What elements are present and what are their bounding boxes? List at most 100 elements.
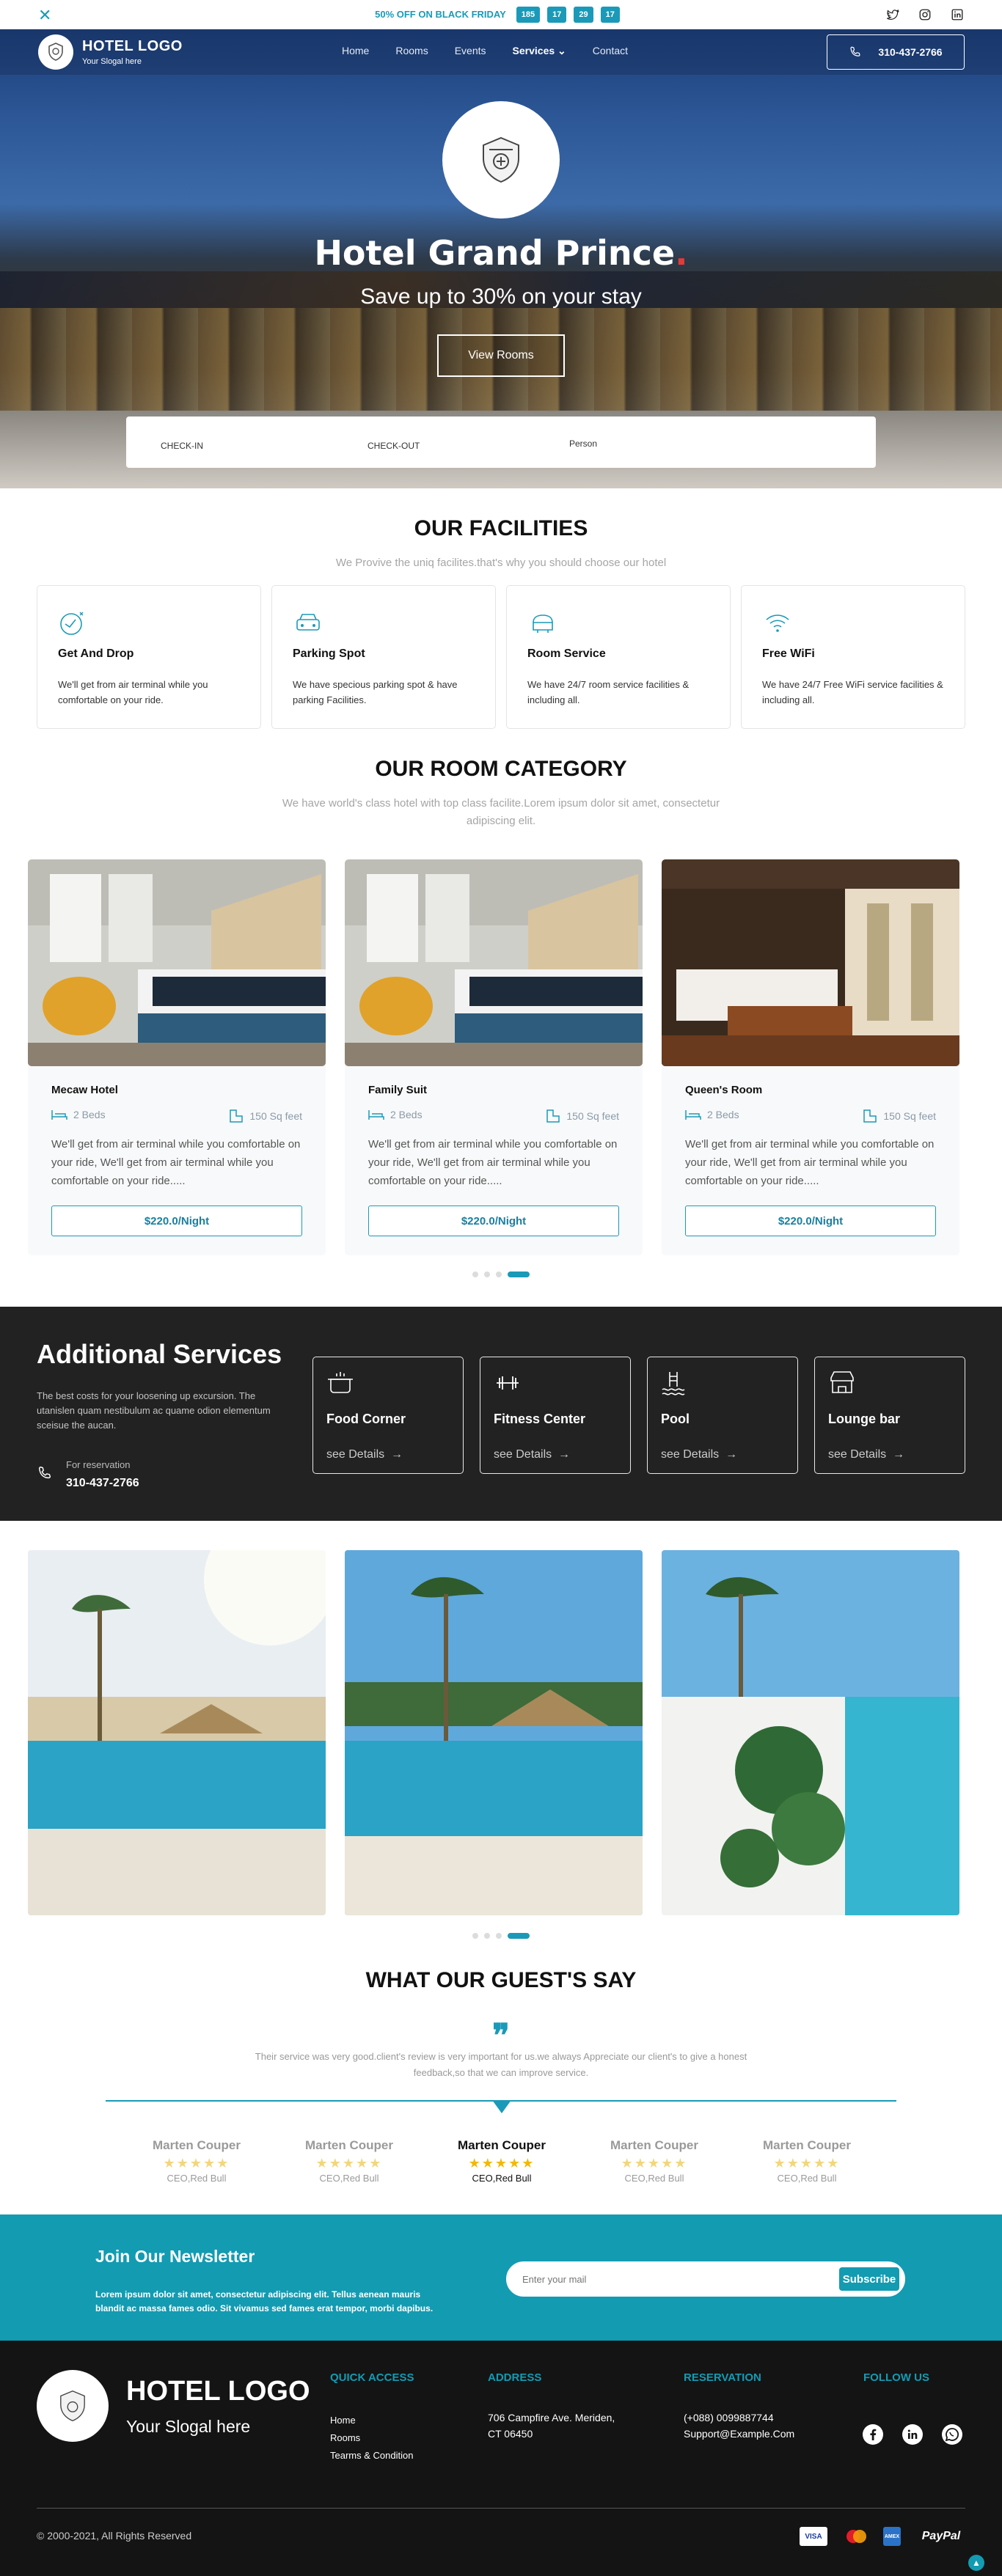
footer-link-home[interactable]: Home: [330, 2412, 356, 2429]
person-field[interactable]: Person: [569, 438, 597, 449]
see-details-link[interactable]: see Details →: [326, 1448, 403, 1461]
arrow-right-icon: →: [387, 1448, 403, 1461]
chevron-down-icon: ⌄: [557, 45, 566, 56]
reservation-email[interactable]: Support@Example.Com: [684, 2426, 794, 2442]
logo-slogan: Your Slogal here: [82, 57, 142, 66]
room-price-button[interactable]: $220.0/Night: [51, 1206, 302, 1236]
linkedin-icon[interactable]: [902, 2424, 923, 2445]
paypal-icon: PayPal: [921, 2530, 961, 2542]
facility-card[interactable]: Free WiFi We have 24/7 Free WiFi service…: [741, 585, 965, 729]
carousel-dot[interactable]: [472, 1933, 478, 1939]
carousel-dot[interactable]: [496, 1272, 502, 1277]
room-card[interactable]: Mecaw Hotel 2 Beds 150 Sq feet We'll get…: [28, 859, 326, 1255]
see-details-link[interactable]: see Details →: [494, 1448, 570, 1461]
reservation-phone[interactable]: (+088) 0099887744: [684, 2410, 774, 2426]
topbar-social: [886, 8, 964, 21]
gallery-image[interactable]: [662, 1550, 959, 1915]
guest-stars: ★★★★★: [468, 2156, 535, 2170]
bed-icon: [51, 1110, 67, 1120]
service-card[interactable]: Fitness Center see Details →: [480, 1357, 631, 1474]
carousel-dot[interactable]: [496, 1933, 502, 1939]
address-line: 706 Campfire Ave. Meriden,: [488, 2412, 615, 2423]
guest-item[interactable]: Marten Couper ★★★★★ CEO,Red Bull: [734, 2138, 880, 2184]
room-desc: We'll get from air terminal while you co…: [51, 1138, 301, 1187]
guest-stars: ★★★★★: [621, 2156, 688, 2170]
footer-link-terms[interactable]: Tearms & Condition: [330, 2448, 413, 2464]
logo-badge[interactable]: [38, 34, 73, 70]
promo-text: 50% OFF ON BLACK FRIDAY: [375, 9, 506, 20]
guest-item[interactable]: Marten Couper ★★★★★ CEO,Red Bull: [123, 2138, 270, 2184]
room-price-button[interactable]: $220.0/Night: [685, 1206, 936, 1236]
twitter-icon[interactable]: [886, 8, 899, 21]
gallery-image[interactable]: [28, 1550, 326, 1915]
service-title: Food Corner: [326, 1412, 406, 1426]
view-rooms-button[interactable]: View Rooms: [437, 334, 565, 377]
service-card[interactable]: Pool see Details →: [647, 1357, 798, 1474]
carousel-dot[interactable]: [484, 1272, 490, 1277]
newsletter-title: Join Our Newsletter: [95, 2247, 255, 2266]
whatsapp-icon[interactable]: [942, 2424, 962, 2445]
facebook-icon[interactable]: [863, 2424, 883, 2445]
room-card[interactable]: Queen's Room 2 Beds 150 Sq feet We'll ge…: [662, 859, 959, 1255]
footer-logo-badge[interactable]: [37, 2370, 109, 2442]
carousel-dot-active[interactable]: [508, 1933, 530, 1939]
footer-link-rooms[interactable]: Rooms: [330, 2430, 360, 2446]
carousel-dot[interactable]: [484, 1933, 490, 1939]
instagram-icon[interactable]: [918, 8, 932, 21]
logo-title[interactable]: HOTEL LOGO: [82, 38, 183, 55]
room-size-label: 150 Sq feet: [249, 1110, 302, 1122]
nav-item-rooms[interactable]: Rooms: [395, 45, 428, 57]
pool-icon: [662, 1372, 685, 1395]
room-size: 150 Sq feet: [863, 1109, 936, 1123]
subscribe-button[interactable]: Subscribe: [838, 2266, 901, 2292]
area-icon: [863, 1109, 877, 1123]
newsletter-desc: Lorem ipsum dolor sit amet, consectetur …: [95, 2289, 434, 2313]
services-title: Additional Services: [37, 1339, 282, 1369]
carousel-dot-active[interactable]: [508, 1272, 530, 1277]
nav-item-services[interactable]: Services ⌄: [513, 45, 566, 57]
guest-item[interactable]: Marten Couper ★★★★★ CEO,Red Bull: [276, 2138, 423, 2184]
gallery-image[interactable]: [345, 1550, 643, 1915]
countdown-seconds: 17: [600, 6, 620, 23]
testimonials-title: WHAT OUR GUEST'S SAY: [365, 1968, 637, 1992]
phone-button[interactable]: 310-437-2766: [827, 34, 965, 70]
room-name: Mecaw Hotel: [51, 1084, 118, 1096]
room-image[interactable]: [28, 859, 326, 1066]
room-card[interactable]: Family Suit 2 Beds 150 Sq feet We'll get…: [345, 859, 643, 1255]
room-desc: We'll get from air terminal while you co…: [685, 1138, 935, 1187]
reservation-label: For reservation: [66, 1459, 131, 1470]
newsletter-email-input[interactable]: [522, 2263, 816, 2295]
carousel-dot[interactable]: [472, 1272, 478, 1277]
amex-icon: AMEX: [883, 2527, 901, 2546]
newsletter-section: Join Our Newsletter Lorem ipsum dolor si…: [0, 2214, 1002, 2341]
crest-icon: [483, 136, 519, 183]
see-details-link[interactable]: see Details →: [828, 1448, 904, 1461]
reservation-heading: RESERVATION: [684, 2371, 761, 2384]
footer-divider: [37, 2508, 965, 2509]
see-details-link[interactable]: see Details →: [661, 1448, 737, 1461]
linkedin-icon[interactable]: [951, 8, 964, 21]
room-price-button[interactable]: $220.0/Night: [368, 1206, 619, 1236]
facility-card[interactable]: Room Service We have 24/7 room service f…: [506, 585, 731, 729]
reservation-phone[interactable]: 310-437-2766: [66, 1477, 139, 1490]
room-image[interactable]: [662, 859, 959, 1066]
guest-item-active[interactable]: Marten Couper ★★★★★ CEO,Red Bull: [428, 2138, 575, 2184]
scroll-top-button[interactable]: ▲: [968, 2555, 984, 2571]
nav-item-home[interactable]: Home: [342, 45, 369, 57]
nav-item-services-label: Services: [512, 45, 555, 56]
nav-item-contact[interactable]: Contact: [593, 45, 628, 57]
close-icon[interactable]: ✕: [38, 6, 51, 25]
guest-item[interactable]: Marten Couper ★★★★★ CEO,Red Bull: [581, 2138, 728, 2184]
service-card[interactable]: Food Corner see Details →: [312, 1357, 464, 1474]
checkout-field[interactable]: CHECK-OUT: [367, 441, 420, 451]
room-beds: 2 Beds: [51, 1109, 106, 1120]
checkin-field[interactable]: CHECK-IN: [161, 441, 203, 451]
facility-card[interactable]: Parking Spot We have specious parking sp…: [271, 585, 496, 729]
room-size: 150 Sq feet: [229, 1109, 302, 1123]
service-card[interactable]: Lounge bar see Details →: [814, 1357, 965, 1474]
facility-card[interactable]: Get And Drop We'll get from air terminal…: [37, 585, 261, 729]
room-image[interactable]: [345, 859, 643, 1066]
guest-stars: ★★★★★: [315, 2156, 383, 2170]
nav-item-events[interactable]: Events: [455, 45, 486, 57]
room-beds: 2 Beds: [685, 1109, 739, 1120]
